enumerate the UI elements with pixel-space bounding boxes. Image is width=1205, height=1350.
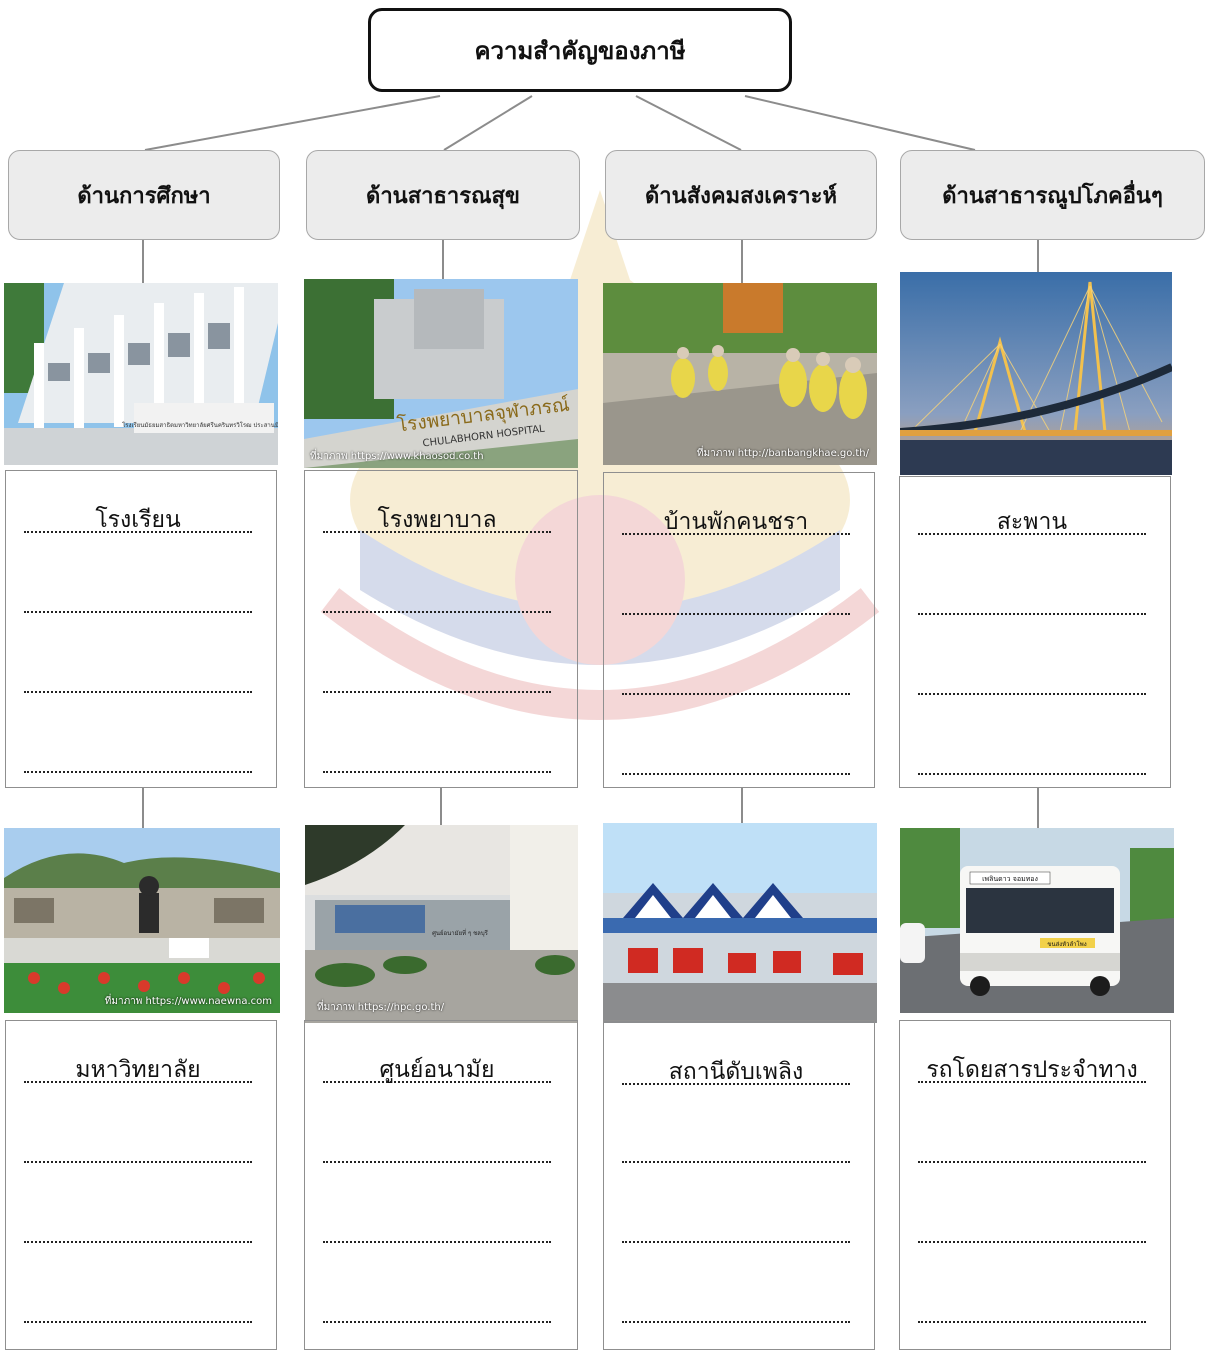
- blank-line: [918, 1139, 1146, 1163]
- blank-line: [24, 1219, 252, 1243]
- university-photo: ที่มาภาพ https://www.naewna.com: [4, 828, 280, 1013]
- blank-line: [918, 1299, 1146, 1323]
- welfare-card-1: บ้านพักคนชรา: [603, 472, 875, 788]
- elderly-home-photo-credit: ที่มาภาพ http://banbangkhae.go.th/: [696, 448, 869, 459]
- blank-line: [24, 749, 252, 773]
- school-photo: โรงเรียนมัธยมสาธิตมหาวิทยาลัยศรีนครินทรว…: [4, 283, 278, 465]
- blank-line: [24, 1299, 252, 1323]
- blank-line: [918, 751, 1146, 775]
- blank-line: [323, 1139, 551, 1163]
- hospital-photo-credit: ที่มาภาพ https://www.khaosod.co.th: [310, 451, 484, 462]
- bridge-photo: [900, 272, 1172, 475]
- example-line: สะพาน: [918, 511, 1146, 535]
- blank-line: [24, 669, 252, 693]
- blank-line: [622, 1299, 850, 1323]
- category-utilities: ด้านสาธารณูปโภคอื่นๆ: [900, 150, 1205, 240]
- blank-line: [323, 589, 551, 613]
- example-line: โรงพยาบาล: [323, 509, 551, 533]
- health-card-1: โรงพยาบาล: [304, 470, 578, 788]
- example-line: บ้านพักคนชรา: [622, 511, 850, 535]
- school-sign-text: โรงเรียนมัธยมสาธิตมหาวิทยาลัยศรีนครินทรว…: [122, 421, 278, 429]
- health-center-photo-credit: ที่มาภาพ https://hpc.go.th/: [317, 1002, 445, 1013]
- bus-route-text: ขนส่งหัวลำโพง: [1047, 940, 1086, 948]
- health-center-sign-text: ศูนย์อนามัยที่ ๆ ชลบุรี: [432, 929, 489, 937]
- blank-line: [24, 589, 252, 613]
- blank-line: [323, 749, 551, 773]
- blank-line: [24, 1139, 252, 1163]
- blank-line: [918, 671, 1146, 695]
- category-education: ด้านการศึกษา: [8, 150, 280, 240]
- example-line: โรงเรียน: [24, 509, 252, 533]
- health-card-2: ศูนย์อนามัย: [304, 1020, 578, 1350]
- utilities-card-2: รถโดยสารประจำทาง: [899, 1020, 1171, 1350]
- blank-line: [323, 669, 551, 693]
- bus-sign-text: เพลินดาว จอมทอง: [982, 875, 1038, 883]
- blank-line: [622, 1219, 850, 1243]
- elderly-home-photo: ที่มาภาพ http://banbangkhae.go.th/: [603, 283, 877, 465]
- blank-line: [918, 1219, 1146, 1243]
- example-line: มหาวิทยาลัย: [24, 1059, 252, 1083]
- utilities-card-1: สะพาน: [899, 476, 1171, 788]
- example-line: ศูนย์อนามัย: [323, 1059, 551, 1083]
- hospital-photo: โรงพยาบาลจุฬาภรณ์ CHULABHORN HOSPITAL ที…: [304, 279, 578, 468]
- blank-line: [323, 1299, 551, 1323]
- welfare-card-2: สถานีดับเพลิง: [603, 1020, 875, 1350]
- blank-line: [622, 751, 850, 775]
- diagram-title: ความสำคัญของภาษี: [368, 8, 792, 92]
- example-line: รถโดยสารประจำทาง: [918, 1059, 1146, 1083]
- education-card-2: มหาวิทยาลัย: [5, 1020, 277, 1350]
- bus-photo: เพลินดาว จอมทอง ขนส่งหัวลำโพง: [900, 828, 1174, 1013]
- category-public-health: ด้านสาธารณสุข: [306, 150, 580, 240]
- blank-line: [622, 591, 850, 615]
- fire-station-photo: [603, 823, 877, 1023]
- blank-line: [622, 1139, 850, 1163]
- health-center-photo: ศูนย์อนามัยที่ ๆ ชลบุรี ที่มาภาพ https:/…: [305, 825, 578, 1023]
- blank-line: [622, 671, 850, 695]
- education-card-1: โรงเรียน: [5, 470, 277, 788]
- category-social-welfare: ด้านสังคมสงเคราะห์: [605, 150, 877, 240]
- example-line: สถานีดับเพลิง: [622, 1061, 850, 1085]
- blank-line: [323, 1219, 551, 1243]
- university-photo-credit: ที่มาภาพ https://www.naewna.com: [104, 996, 272, 1007]
- blank-line: [918, 591, 1146, 615]
